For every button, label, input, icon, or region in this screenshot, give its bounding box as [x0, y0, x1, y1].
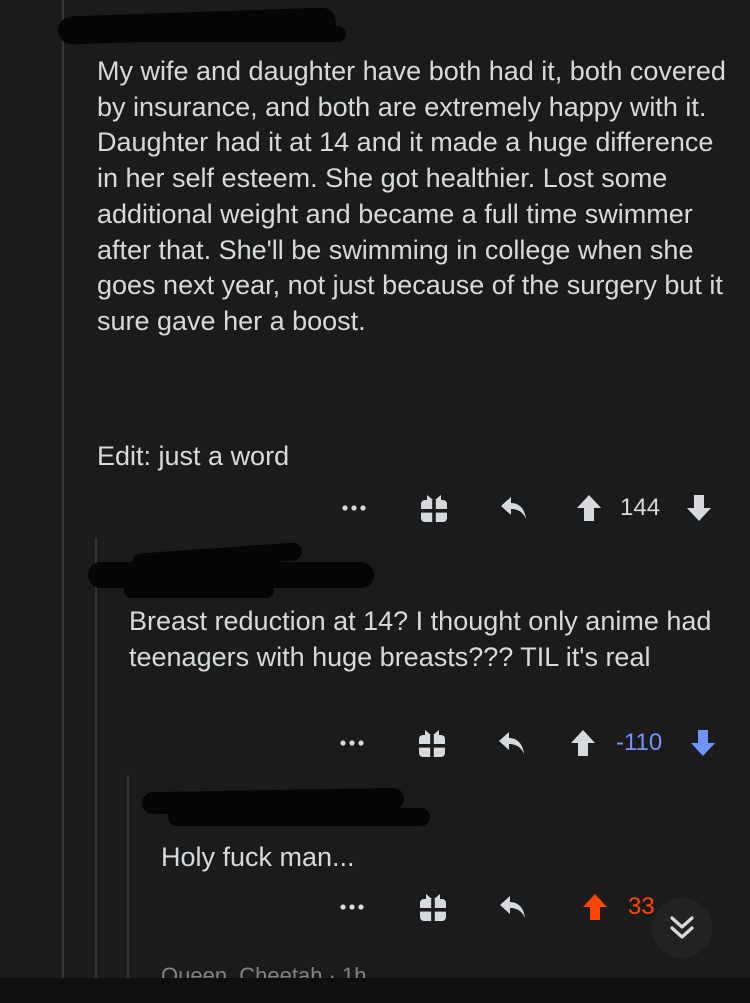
jump-to-next-comment-button[interactable] [652, 898, 712, 958]
downvote-icon [687, 495, 711, 521]
award-button[interactable] [414, 488, 454, 528]
more-options-button[interactable] [336, 488, 372, 528]
thread-line-3[interactable] [127, 775, 129, 978]
reply-button[interactable] [496, 488, 532, 528]
comment-body: Breast reduction at 14? I thought only a… [129, 606, 712, 672]
comment-actions: -110 [0, 723, 750, 763]
comment-actions: 33 [0, 887, 750, 927]
gift-icon [420, 894, 446, 921]
award-button[interactable] [412, 723, 452, 763]
upvote-button[interactable] [568, 723, 598, 763]
reply-icon [500, 896, 525, 918]
comment-thread: My wife and daughter have both had it, b… [0, 0, 750, 1003]
more-icon [340, 740, 364, 746]
more-options-button[interactable] [334, 723, 370, 763]
redacted-username-scribble [124, 584, 274, 598]
redacted-username-scribble [168, 808, 430, 826]
comment-body: My wife and daughter have both had it, b… [97, 56, 726, 336]
more-icon [342, 505, 366, 511]
downvote-button[interactable] [684, 488, 714, 528]
next-comment-author[interactable]: Queen_Cheetah · 1h [161, 962, 367, 978]
gift-icon [421, 495, 447, 522]
upvote-icon [583, 894, 607, 920]
chevron-double-down-icon [670, 916, 694, 939]
bottom-edge [0, 978, 750, 1003]
upvote-button[interactable] [574, 488, 604, 528]
redacted-username-scribble [110, 26, 346, 42]
comment-actions: 144 [0, 488, 750, 528]
reply-icon [501, 497, 526, 519]
upvote-icon [577, 495, 601, 521]
more-options-button[interactable] [334, 887, 370, 927]
reply-button[interactable] [494, 723, 530, 763]
vote-score: 144 [620, 494, 661, 521]
comment-edit-note: Edit: just a word [97, 441, 290, 471]
more-icon [340, 904, 364, 910]
gift-icon [419, 730, 445, 757]
reply-button[interactable] [495, 887, 531, 927]
award-button[interactable] [413, 887, 453, 927]
comment-body: Holy fuck man... [161, 842, 355, 872]
reply-icon [499, 732, 524, 754]
vote-score: -110 [616, 729, 663, 756]
downvote-icon [691, 730, 715, 756]
upvote-button[interactable] [580, 887, 610, 927]
downvote-button[interactable] [688, 723, 718, 763]
upvote-icon [571, 730, 595, 756]
